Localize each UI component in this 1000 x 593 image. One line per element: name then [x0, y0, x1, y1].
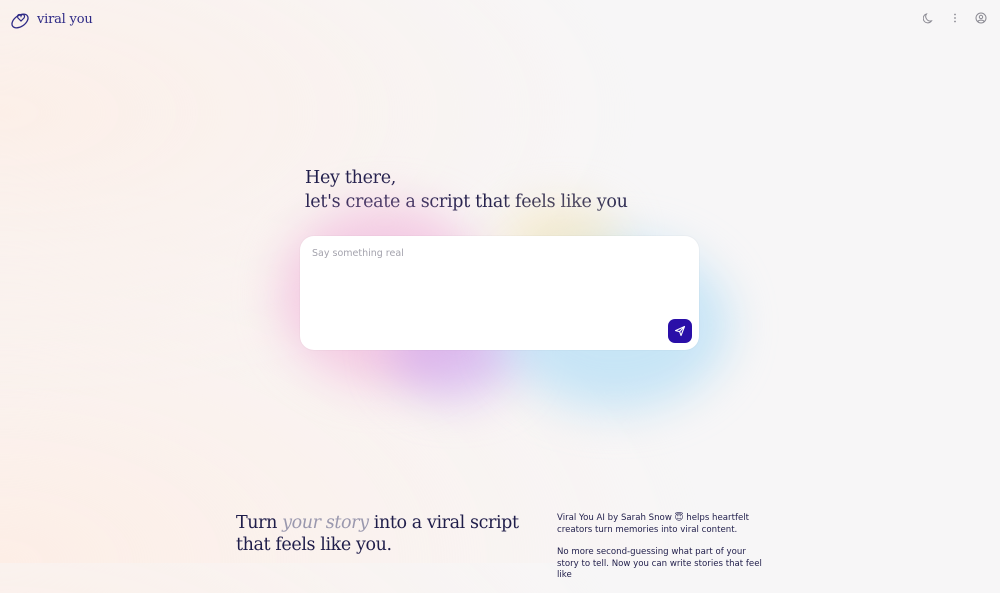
more-vertical-icon[interactable] — [948, 11, 962, 25]
headline-emphasis: your story — [282, 513, 369, 533]
greeting-line-1: Hey there, — [305, 168, 397, 188]
send-icon — [674, 325, 686, 337]
top-right-actions — [922, 11, 988, 25]
headline-part-2: into a viral script — [368, 513, 519, 533]
prompt-input[interactable] — [312, 248, 672, 259]
account-icon[interactable] — [974, 11, 988, 25]
moon-icon[interactable] — [922, 11, 936, 25]
info-headline: Turn your story into a viral script that… — [236, 512, 519, 556]
description-paragraph-1: Viral You AI by Sarah Snow 😇 helps heart… — [557, 513, 750, 535]
logo-mark-icon — [11, 13, 29, 29]
info-description: Viral You AI by Sarah Snow 😇 helps heart… — [557, 513, 762, 593]
prompt-box — [300, 236, 699, 350]
send-button[interactable] — [668, 319, 692, 343]
headline-line-2: that feels like you. — [236, 535, 392, 555]
logo[interactable]: viral you — [9, 8, 93, 30]
description-paragraph-2: No more second-guessing what part of you… — [557, 547, 762, 580]
logo-text: viral you — [37, 11, 93, 27]
headline-part-1: Turn — [236, 513, 283, 533]
